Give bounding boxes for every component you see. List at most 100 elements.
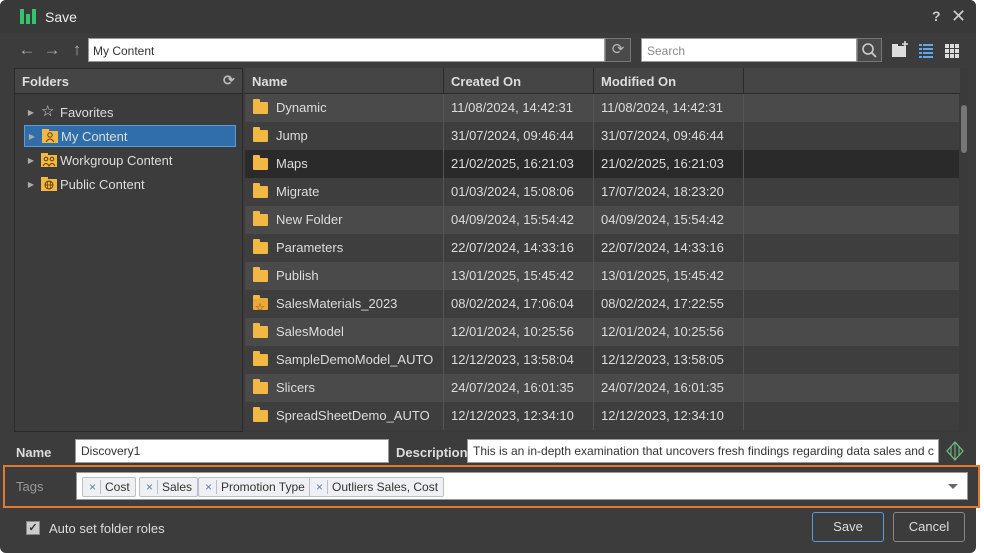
tag-chip[interactable]: × Cost <box>82 477 136 497</box>
file-row[interactable]: Migrate 01/03/2024, 15:08:06 17/07/2024, 1… <box>245 178 959 206</box>
folder-icon <box>253 211 268 226</box>
star-folder-icon <box>253 294 268 318</box>
tag-chip[interactable]: × Outliers Sales, Cost <box>309 477 445 497</box>
refresh-icon: ⟳ <box>611 41 625 58</box>
column-header-name[interactable]: Name <box>245 68 444 94</box>
file-row[interactable]: SpreadSheetDemo_AUTO 12/12/2023, 12:34:10… <box>245 402 959 430</box>
file-name: Publish <box>276 268 319 283</box>
tag-label: Sales <box>162 480 193 494</box>
file-name: SalesModel <box>276 324 344 339</box>
file-name: SpreadSheetDemo_AUTO <box>276 408 430 423</box>
folder-icon <box>253 379 268 394</box>
ai-suggest-icon[interactable] <box>945 441 965 461</box>
chevron-down-icon[interactable] <box>948 484 958 489</box>
forward-arrow-icon[interactable]: → <box>41 38 63 62</box>
file-row[interactable]: New Folder 04/09/2024, 15:54:42 04/09/2024… <box>245 206 959 234</box>
folder-icon <box>253 323 268 338</box>
file-row[interactable]: Dynamic 11/08/2024, 14:42:31 11/08/2024, 1… <box>245 94 959 122</box>
file-name: Parameters <box>276 240 344 255</box>
created-cell: 04/09/2024, 15:54:42 <box>444 206 594 234</box>
empty-cell <box>744 178 959 206</box>
expand-arrow-icon[interactable]: ▶ <box>25 132 39 141</box>
folder-favorites[interactable]: ▶ ☆ Favorites <box>24 101 236 123</box>
star-icon: ☆ <box>41 103 55 120</box>
file-name: Migrate <box>276 184 320 199</box>
folder-icon <box>253 351 268 366</box>
modified-cell: 24/07/2024, 16:01:35 <box>594 374 744 402</box>
search-button[interactable] <box>857 38 882 62</box>
file-list-scrollbar[interactable] <box>960 95 968 432</box>
created-cell: 08/02/2024, 17:06:04 <box>444 290 594 318</box>
globe-folder-icon <box>41 177 57 191</box>
scrollbar-thumb[interactable] <box>961 105 967 153</box>
modified-cell: 21/02/2025, 16:21:03 <box>594 150 744 178</box>
empty-cell <box>744 94 959 122</box>
auto-set-folder-roles-checkbox[interactable]: ✓ <box>26 521 40 535</box>
empty-cell <box>744 290 959 318</box>
refresh-button[interactable]: ⟳ <box>605 38 631 62</box>
list-view-icon[interactable] <box>917 40 935 60</box>
folder-public-content[interactable]: ▶ Public Content <box>24 173 236 195</box>
search-icon <box>862 43 877 58</box>
file-row[interactable]: SampleDemoModel_AUTO 12/12/2023, 13:58:04… <box>245 346 959 374</box>
file-row[interactable]: Maps 21/02/2025, 16:21:03 21/02/2025, 16:2… <box>245 150 959 178</box>
cancel-button[interactable]: Cancel <box>893 512 965 542</box>
tags-input[interactable]: × Cost × Sales × Promotion Type × Outliers S… <box>76 472 968 500</box>
column-header-modified[interactable]: Modified On <box>594 68 744 94</box>
tag-chip[interactable]: × Promotion Type <box>198 477 311 497</box>
modified-cell: 12/01/2024, 10:25:56 <box>594 318 744 346</box>
user-folder-icon <box>42 129 58 143</box>
created-cell: 12/01/2024, 10:25:56 <box>444 318 594 346</box>
save-button[interactable]: Save <box>812 512 884 542</box>
remove-tag-icon[interactable]: × <box>316 478 323 496</box>
file-name: SampleDemoModel_AUTO <box>276 352 434 367</box>
created-cell: 01/03/2024, 15:08:06 <box>444 178 594 206</box>
file-name-cell: SpreadSheetDemo_AUTO <box>245 402 444 430</box>
expand-arrow-icon[interactable]: ▶ <box>24 108 38 117</box>
folder-label: My Content <box>61 128 128 144</box>
folder-workgroup-content[interactable]: ▶ Workgroup Content <box>24 149 236 171</box>
remove-tag-icon[interactable]: × <box>89 478 96 496</box>
file-name-cell: Publish <box>245 262 444 290</box>
file-list-header: Name Created On Modified On <box>245 68 960 94</box>
auto-set-folder-roles-label: Auto set folder roles <box>49 521 165 536</box>
file-row[interactable]: SalesMaterials_2023 08/02/2024, 17:06:040… <box>245 290 959 318</box>
empty-cell <box>744 374 959 402</box>
file-row[interactable]: Slicers 24/07/2024, 16:01:35 24/07/2024, 1… <box>245 374 959 402</box>
help-button[interactable]: ? <box>932 8 941 24</box>
back-arrow-icon[interactable]: ← <box>16 38 38 62</box>
file-name-cell: SampleDemoModel_AUTO <box>245 346 444 374</box>
up-arrow-icon[interactable]: ↑ <box>66 38 88 62</box>
close-button[interactable]: ✕ <box>951 6 966 27</box>
folder-label: Public Content <box>60 176 145 192</box>
created-cell: 11/08/2024, 14:42:31 <box>444 94 594 122</box>
folder-my-content[interactable]: ▶ My Content <box>24 125 236 147</box>
file-name: Dynamic <box>276 100 327 115</box>
folders-header: Folders ⟳ <box>15 69 242 94</box>
empty-cell <box>744 346 959 374</box>
folder-label: Favorites <box>60 104 114 120</box>
created-cell: 22/07/2024, 14:33:16 <box>444 234 594 262</box>
column-header-created[interactable]: Created On <box>444 68 594 94</box>
description-input[interactable]: This is an in-depth examination that unc… <box>467 439 939 463</box>
folder-label: Workgroup Content <box>60 152 173 168</box>
name-input[interactable]: Discovery1 <box>75 439 389 463</box>
path-field[interactable]: My Content <box>88 38 605 62</box>
expand-arrow-icon[interactable]: ▶ <box>24 156 38 165</box>
file-name: SalesMaterials_2023 <box>276 296 398 311</box>
modified-cell: 17/07/2024, 18:23:20 <box>594 178 744 206</box>
file-row[interactable]: SalesModel 12/01/2024, 10:25:56 12/01/2024… <box>245 318 959 346</box>
expand-arrow-icon[interactable]: ▶ <box>24 180 38 189</box>
folders-refresh-icon[interactable]: ⟳ <box>223 72 235 89</box>
new-folder-icon[interactable] <box>891 40 909 60</box>
tag-chip[interactable]: × Sales <box>139 477 199 497</box>
file-row[interactable]: Parameters 22/07/2024, 14:33:16 22/07/2024… <box>245 234 959 262</box>
remove-tag-icon[interactable]: × <box>146 478 153 496</box>
grid-view-icon[interactable] <box>943 40 961 60</box>
file-row[interactable]: Publish 13/01/2025, 15:45:42 13/01/2025, 1… <box>245 262 959 290</box>
remove-tag-icon[interactable]: × <box>205 478 212 496</box>
folder-icon <box>253 127 268 142</box>
file-name-cell: SalesModel <box>245 318 444 346</box>
search-input[interactable]: Search <box>641 38 857 62</box>
file-row[interactable]: Jump 31/07/2024, 09:46:44 31/07/2024, 09:4… <box>245 122 959 150</box>
